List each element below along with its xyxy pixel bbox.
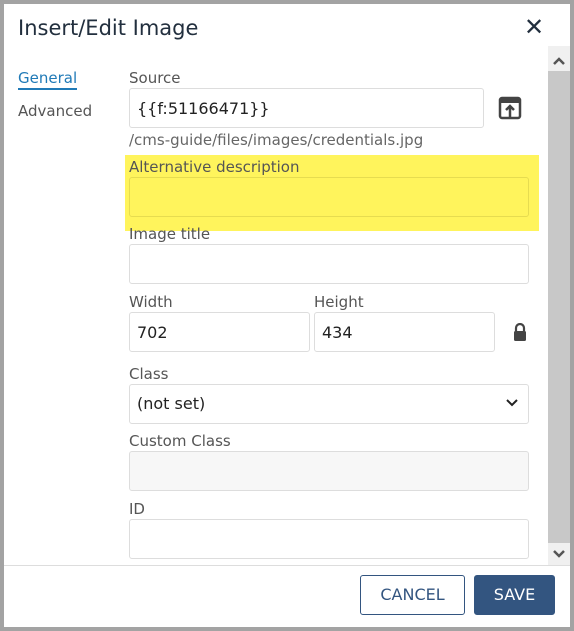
source-input[interactable] <box>129 88 484 128</box>
close-icon[interactable]: ✕ <box>524 14 544 40</box>
custom-class-label: Custom Class <box>129 432 231 450</box>
lock-icon[interactable] <box>513 322 527 345</box>
chevron-down-icon <box>506 393 518 415</box>
image-title-label: Image title <box>129 225 211 243</box>
height-input[interactable] <box>314 312 495 352</box>
scroll-down-icon[interactable] <box>552 545 566 564</box>
alt-description-input[interactable] <box>129 177 529 217</box>
scrollbar-thumb[interactable] <box>548 71 570 543</box>
save-button[interactable]: SAVE <box>474 575 555 615</box>
height-label: Height <box>314 293 364 311</box>
footer-divider <box>4 565 570 566</box>
class-select[interactable]: (not set) <box>129 384 529 424</box>
tab-advanced[interactable]: Advanced <box>18 102 92 120</box>
class-label: Class <box>129 365 169 383</box>
image-title-input[interactable] <box>129 244 529 284</box>
source-label: Source <box>129 69 181 87</box>
alt-label: Alternative description <box>129 158 300 176</box>
class-select-value: (not set) <box>137 394 206 413</box>
insert-edit-image-dialog: Insert/Edit Image ✕ General Advanced Sou… <box>4 4 570 627</box>
id-input[interactable] <box>129 519 529 559</box>
cancel-button[interactable]: CANCEL <box>360 575 465 615</box>
dialog-title: Insert/Edit Image <box>18 16 199 40</box>
tab-general[interactable]: General <box>18 69 78 90</box>
scroll-up-icon[interactable] <box>552 52 566 71</box>
width-label: Width <box>129 293 173 311</box>
source-path: /cms-guide/files/images/credentials.jpg <box>129 131 424 149</box>
alt-highlight: Alternative description <box>125 155 539 231</box>
custom-class-input[interactable] <box>129 451 529 491</box>
browse-files-icon[interactable] <box>498 96 522 120</box>
width-input[interactable] <box>129 312 310 352</box>
id-label: ID <box>129 500 145 518</box>
